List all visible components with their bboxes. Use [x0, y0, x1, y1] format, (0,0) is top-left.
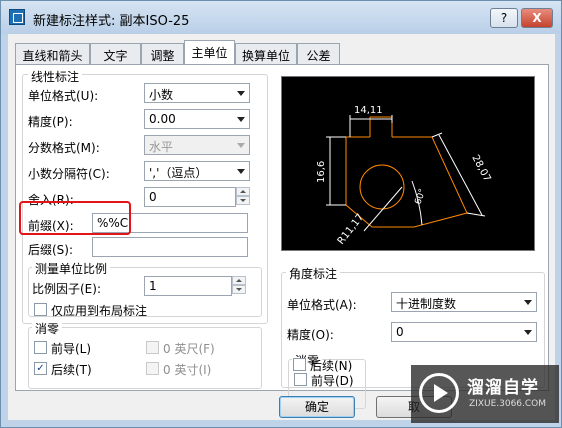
decimal-separator-select[interactable]: ','（逗点） — [144, 161, 250, 181]
linear-group-title: 线性标注 — [28, 68, 83, 85]
layout-only-checkbox[interactable] — [34, 303, 47, 316]
watermark-url: ZIXUE.3066.COM — [469, 399, 547, 409]
watermark: 溜溜自学 ZIXUE.3066.COM — [411, 365, 559, 423]
fraction-format-value: 水平 — [149, 140, 174, 154]
window-title: 新建标注样式: 副本ISO-25 — [33, 14, 190, 29]
part-hole — [359, 164, 405, 210]
tab-fit[interactable]: 调整 — [141, 43, 184, 64]
part-outline — [345, 136, 468, 228]
scale-factor-label: 比例因子(E): — [32, 282, 101, 296]
chevron-down-icon — [237, 169, 245, 174]
decimal-separator-label: 小数分隔符(C): — [28, 167, 110, 181]
radius-leader — [363, 186, 403, 232]
chevron-down-icon — [237, 91, 245, 96]
angular-unit-format-select[interactable]: 十进制度数 — [391, 292, 537, 312]
ext-line — [466, 212, 486, 217]
angular-leading-zero-checkbox[interactable] — [294, 373, 307, 386]
trailing-zero-label: 后续(T) — [51, 363, 92, 377]
spin-down-icon[interactable] — [232, 285, 246, 294]
zero-suppression-linear-group — [28, 327, 262, 389]
angular-unit-format-value: 十进制度数 — [396, 297, 457, 311]
app-icon — [9, 9, 25, 25]
zero-inches-label: 0 英寸(I) — [163, 363, 212, 377]
zero-suppression-linear-title: 消零 — [32, 320, 63, 337]
tab-alternate-units[interactable]: 换算单位 — [235, 43, 297, 64]
decimal-separator-value: ','（逗点） — [149, 166, 208, 180]
layout-only-label: 仅应用到布局标注 — [51, 304, 148, 318]
fraction-format-select: 水平 — [144, 135, 250, 155]
unit-format-label: 单位格式(U): — [28, 89, 99, 103]
preview-drawing: 14,11 16,6 28,07 60° R11,17 — [316, 105, 493, 247]
tab-tolerances[interactable]: 公差 — [297, 43, 340, 64]
unit-format-value: 小数 — [149, 88, 174, 102]
scale-factor-input[interactable]: 1 — [144, 276, 232, 296]
spin-up-icon[interactable] — [232, 276, 246, 285]
watermark-brand: 溜溜自学 — [467, 378, 539, 398]
dim-top-text: 14,11 — [354, 105, 383, 116]
prefix-highlight — [19, 201, 131, 235]
angular-precision-label: 精度(O): — [287, 328, 334, 342]
angular-leading-zero-label: 前导(D) — [311, 374, 354, 388]
play-logo-icon — [419, 373, 459, 413]
dim-left-text: 16,6 — [316, 161, 327, 183]
dim-right-text: 28,07 — [469, 153, 492, 183]
angular-precision-value: 0 — [396, 325, 404, 339]
leading-zero-checkbox[interactable] — [34, 341, 47, 354]
precision-select[interactable]: 0.00 — [144, 109, 250, 129]
dialog-client: 直线和箭头 文字 调整 主单位 换算单位 公差 线性标注 单位格式(U): 小数… — [8, 34, 555, 420]
chevron-down-icon — [237, 143, 245, 148]
angular-unit-format-label: 单位格式(A): — [287, 298, 357, 312]
tab-primary-units[interactable]: 主单位 — [184, 40, 235, 65]
scale-factor-spinner[interactable] — [232, 276, 246, 296]
angular-trailing-zero-checkbox[interactable] — [293, 358, 306, 371]
precision-label: 精度(P): — [28, 115, 73, 129]
chevron-down-icon — [237, 117, 245, 122]
zero-feet-label: 0 英尺(F) — [163, 342, 215, 356]
precision-value: 0.00 — [149, 112, 176, 126]
ok-button[interactable]: 确定 — [279, 396, 355, 418]
dim-line-right — [438, 134, 483, 216]
dimension-preview: 14,11 16,6 28,07 60° R11,17 — [281, 76, 535, 251]
preview-dim-lines — [326, 115, 486, 232]
angular-trailing-zero-label: 后续(N) — [310, 359, 353, 373]
help-button[interactable]: ? — [490, 8, 518, 28]
ext-line — [431, 132, 443, 138]
roundoff-spinner[interactable] — [236, 187, 250, 207]
preview-geometry — [345, 116, 468, 228]
title-bar[interactable]: 新建标注样式: 副本ISO-25 ? X — [1, 1, 561, 34]
spin-up-icon[interactable] — [236, 187, 250, 196]
tab-lines-arrows[interactable]: 直线和箭头 — [15, 43, 90, 64]
dim-radius-text: R11,17 — [336, 212, 367, 247]
suffix-label: 后缀(S): — [28, 243, 74, 257]
unit-format-select[interactable]: 小数 — [144, 83, 250, 103]
fraction-format-label: 分数格式(M): — [28, 141, 100, 155]
tab-text[interactable]: 文字 — [90, 43, 141, 64]
zero-inches-checkbox — [146, 362, 159, 375]
trailing-zero-checkbox[interactable]: ✓ — [34, 362, 47, 375]
roundoff-input[interactable]: 0 — [144, 187, 236, 207]
angular-precision-select[interactable]: 0 — [391, 322, 537, 342]
chevron-down-icon — [524, 300, 532, 305]
close-button[interactable]: X — [521, 8, 553, 28]
zero-feet-checkbox — [146, 341, 159, 354]
part-top-step — [370, 116, 393, 137]
suffix-input[interactable] — [92, 237, 248, 257]
scale-group-title: 测量单位比例 — [32, 260, 111, 277]
chevron-down-icon — [524, 330, 532, 335]
angular-group-title: 角度标注 — [286, 265, 341, 282]
spin-down-icon[interactable] — [236, 196, 250, 205]
dialog-window: 新建标注样式: 副本ISO-25 ? X 直线和箭头 文字 调整 主单位 换算单… — [0, 0, 562, 428]
leading-zero-label: 前导(L) — [51, 342, 92, 356]
